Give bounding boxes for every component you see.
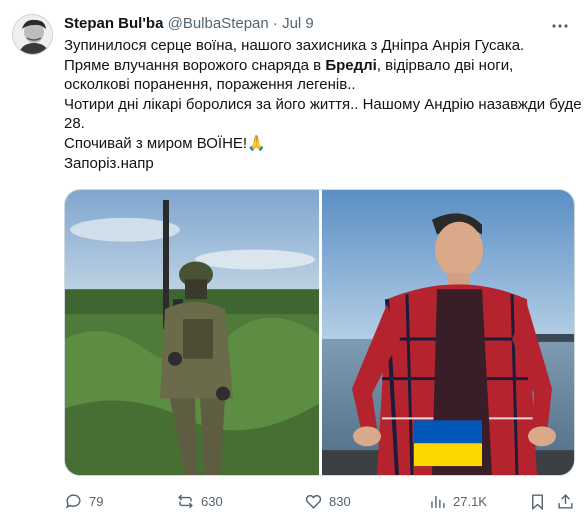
tweet-header: Stepan Bul'ba @BulbaStepan · Jul 9 (64, 14, 314, 34)
bookmark-button[interactable] (528, 491, 547, 511)
soldier-photo[interactable] (65, 190, 319, 475)
reply-button[interactable]: 79 (64, 491, 103, 511)
share-icon (558, 493, 573, 509)
tweet-line: осколкові поранення, пораження легенів.. (64, 76, 356, 94)
tweet-line: Запоріз.напр (64, 154, 154, 172)
author-handle[interactable]: @BulbaStepan (168, 15, 269, 32)
tweet-line: Зупинилося серце воїна, нашого захисника… (64, 37, 525, 54)
bookmark-icon (532, 493, 543, 510)
media-grid (64, 189, 575, 476)
tweet-date[interactable]: Jul 9 (282, 15, 314, 32)
author-name[interactable]: Stepan Bul'ba (64, 15, 163, 32)
portrait-photo[interactable] (322, 190, 574, 475)
tweet-line: Пряме влучання ворожого снаряда в Бредлі… (64, 56, 574, 76)
reply-icon (66, 493, 81, 508)
views-button[interactable]: 27.1K (428, 491, 487, 511)
like-button[interactable]: 830 (304, 491, 351, 511)
tweet-line: Чотири дні лікарі боролися за його життя… (64, 95, 582, 113)
retweet-button[interactable]: 630 (176, 491, 223, 511)
tweet-actions: 79 630 830 27.1K (64, 491, 576, 511)
tweet-line: 28. (64, 115, 85, 133)
author-avatar[interactable] (12, 14, 53, 55)
retweet-icon (178, 494, 193, 508)
tweet-bold-word: Бредлі (325, 56, 377, 74)
views-icon (431, 495, 445, 508)
reply-count: 79 (89, 493, 104, 509)
separator-dot: · (272, 15, 278, 32)
more-icon[interactable] (550, 16, 570, 36)
heart-icon (305, 494, 322, 509)
retweet-count: 630 (201, 493, 223, 509)
like-count: 830 (329, 493, 351, 509)
tweet-text: Зупинилося серце воїна, нашого захисника… (64, 36, 582, 173)
tweet-line-part: , відірвало дві ноги, (376, 56, 514, 74)
views-count: 27.1K (453, 493, 487, 509)
tweet-line: Спочивай з миром ВОЇНЕ!🙏 (64, 134, 266, 152)
tweet-line-part: Пряме влучання ворожого снаряда в (64, 56, 326, 74)
share-button[interactable] (556, 491, 575, 511)
